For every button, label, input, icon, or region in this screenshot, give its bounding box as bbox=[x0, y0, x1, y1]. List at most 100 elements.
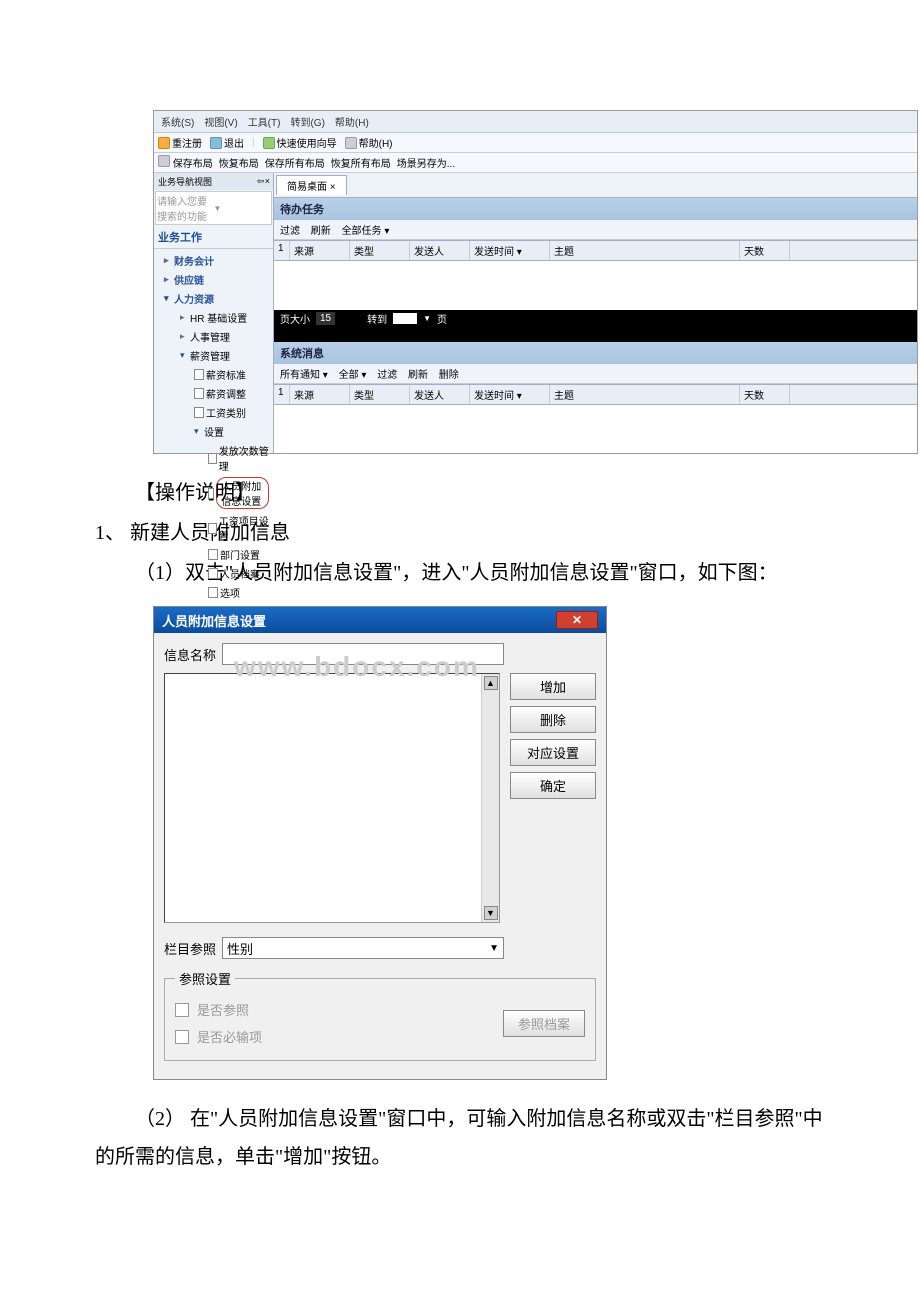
wizard-icon bbox=[263, 137, 275, 149]
ref-settings-legend: 参照设置 bbox=[175, 969, 235, 988]
exit-button[interactable]: 退出 bbox=[210, 135, 244, 150]
goto-input[interactable] bbox=[393, 313, 417, 324]
nav-issue-mgmt[interactable]: 发放次数管理 bbox=[204, 441, 273, 475]
col-source: 来源 bbox=[290, 241, 350, 260]
scroll-down-icon[interactable]: ▼ bbox=[484, 906, 498, 920]
nav-finance[interactable]: ▸财务会计 bbox=[154, 251, 273, 270]
search-input[interactable]: 请输入您要搜索的功能 ▼ bbox=[155, 191, 272, 225]
nav-pay-std[interactable]: 薪资标准 bbox=[190, 365, 273, 384]
nav-supply[interactable]: ▸供应链 bbox=[154, 270, 273, 289]
ok-button[interactable]: 确定 bbox=[510, 772, 596, 799]
menu-goto[interactable]: 转到(G) bbox=[287, 113, 327, 130]
main-content: 简易桌面 × 待办任务 过滤 刷新 全部任务 ▾ 1 来源 类型 发送人 发送时… bbox=[274, 173, 917, 453]
col-ref-value: 性别 bbox=[227, 939, 253, 958]
filter-button-2[interactable]: 过滤 bbox=[377, 370, 397, 381]
page-size-label: 页大小 bbox=[280, 311, 310, 326]
menu-view[interactable]: 视图(V) bbox=[201, 113, 240, 130]
page-size-value[interactable]: 15 bbox=[316, 312, 335, 325]
col-ref-select[interactable]: 性别 ▼ bbox=[222, 937, 504, 959]
exit-icon bbox=[210, 137, 222, 149]
nav-hr-affair[interactable]: ▸人事管理 bbox=[176, 327, 273, 346]
col-sender: 发送人 bbox=[410, 241, 470, 260]
tab-bar: 简易桌面 × bbox=[274, 173, 917, 198]
save-layout-button[interactable]: 保存布局 bbox=[158, 155, 213, 170]
dialog-title: 人员附加信息设置 bbox=[162, 611, 266, 630]
doc-icon bbox=[194, 388, 204, 399]
sidebar-header: 业务导航视图 ⇦ × bbox=[154, 173, 273, 190]
nav-hr-base[interactable]: ▸HR 基础设置 bbox=[176, 308, 273, 327]
save-all-layout-button[interactable]: 保存所有布局 bbox=[265, 155, 325, 170]
toolbar-layout: 保存布局 恢复布局 保存所有布局 恢复所有布局 场景另存为... bbox=[154, 153, 917, 173]
menu-system[interactable]: 系统(S) bbox=[158, 113, 197, 130]
todo-columns: 1 来源 类型 发送人 发送时间 ▾ 主题 天数 bbox=[274, 240, 917, 261]
col-sender: 发送人 bbox=[410, 385, 470, 404]
pager: 页大小 15 转到 ▼ 页 bbox=[274, 310, 917, 328]
col-source: 来源 bbox=[290, 385, 350, 404]
delete-button[interactable]: 删除 bbox=[439, 370, 459, 381]
menubar: 系统(S) 视图(V) 工具(T) 转到(G) 帮助(H) bbox=[154, 111, 917, 133]
wizard-button[interactable]: 快速使用向导 bbox=[263, 135, 337, 150]
step1-heading: 1、 新建人员附加信息 bbox=[95, 514, 825, 552]
nav-settings[interactable]: ▾设置 bbox=[190, 422, 273, 441]
sysmsg-body bbox=[274, 405, 917, 454]
sidebar-section-title: 业务工作 bbox=[154, 226, 273, 249]
col-subject: 主题 bbox=[550, 385, 740, 404]
doc-icon bbox=[208, 568, 218, 579]
sysmsg-columns: 1 来源 类型 发送人 发送时间 ▾ 主题 天数 bbox=[274, 384, 917, 405]
nav-pay-adj[interactable]: 薪资调整 bbox=[190, 384, 273, 403]
allnotice-dropdown[interactable]: 所有通知 ▾ bbox=[280, 370, 328, 381]
reregister-icon bbox=[158, 137, 170, 149]
nav-pay-class[interactable]: 工资类别 bbox=[190, 403, 273, 422]
ref-file-button[interactable]: 参照档案 bbox=[503, 1010, 585, 1037]
filter-button[interactable]: 过滤 bbox=[280, 226, 300, 237]
doc-icon bbox=[208, 587, 218, 598]
nav-hr[interactable]: ▾人力资源 bbox=[154, 289, 273, 308]
scrollbar[interactable]: ▲ ▼ bbox=[481, 674, 499, 922]
page-unit: 页 bbox=[437, 311, 447, 326]
reregister-button[interactable]: 重注册 bbox=[158, 135, 202, 150]
save-icon bbox=[158, 155, 170, 167]
tab-simple-desktop[interactable]: 简易桌面 × bbox=[276, 175, 347, 195]
is-required-checkbox[interactable]: 是否必输项 bbox=[175, 1023, 262, 1050]
add-button[interactable]: 增加 bbox=[510, 673, 596, 700]
checkbox-icon bbox=[175, 1003, 189, 1017]
dialog-titlebar: 人员附加信息设置 ✕ bbox=[154, 607, 606, 633]
refresh-button[interactable]: 刷新 bbox=[311, 226, 331, 237]
close-button[interactable]: ✕ bbox=[556, 611, 598, 629]
step1-sub1: （1）双击"人员附加信息设置"，进入"人员附加信息设置"窗口，如下图： bbox=[95, 554, 825, 592]
delete-button[interactable]: 删除 bbox=[510, 706, 596, 733]
panel-sysmsg-title: 系统消息 bbox=[274, 342, 917, 364]
menu-tool[interactable]: 工具(T) bbox=[245, 113, 284, 130]
menu-help[interactable]: 帮助(H) bbox=[332, 113, 372, 130]
restore-layout-button[interactable]: 恢复布局 bbox=[219, 155, 259, 170]
col-sendtime: 发送时间 ▾ bbox=[470, 385, 550, 404]
sidebar: 业务导航视图 ⇦ × 请输入您要搜索的功能 ▼ 业务工作 ▸财务会计 ▸供应链 … bbox=[154, 173, 274, 453]
refresh-button-2[interactable]: 刷新 bbox=[408, 370, 428, 381]
col-type: 类型 bbox=[350, 385, 410, 404]
col-sendtime: 发送时间 ▾ bbox=[470, 241, 550, 260]
all-tasks-dropdown[interactable]: 全部任务 ▾ bbox=[342, 226, 390, 237]
ref-settings-group: 参照设置 是否参照 是否必输项 参照档案 bbox=[164, 969, 596, 1061]
panel-todo-title: 待办任务 bbox=[274, 198, 917, 220]
doc-icon bbox=[194, 407, 204, 418]
col-subject: 主题 bbox=[550, 241, 740, 260]
todo-body bbox=[274, 261, 917, 310]
map-setting-button[interactable]: 对应设置 bbox=[510, 739, 596, 766]
saveas-button[interactable]: 场景另存为... bbox=[397, 155, 455, 170]
doc-icon bbox=[208, 523, 217, 534]
restore-all-layout-button[interactable]: 恢复所有布局 bbox=[331, 155, 391, 170]
help-button[interactable]: 帮助(H) bbox=[345, 135, 393, 150]
scroll-up-icon[interactable]: ▲ bbox=[484, 676, 498, 690]
info-name-label: 信息名称 bbox=[164, 645, 216, 664]
operation-heading: 【操作说明】 bbox=[95, 474, 825, 512]
is-ref-checkbox[interactable]: 是否参照 bbox=[175, 996, 262, 1023]
nav-pay-mgmt[interactable]: ▾薪资管理 bbox=[176, 346, 273, 365]
all-dropdown[interactable]: 全部 ▾ bbox=[339, 370, 367, 381]
info-name-input[interactable] bbox=[222, 643, 504, 665]
search-placeholder: 请输入您要搜索的功能 bbox=[157, 193, 214, 223]
info-listbox[interactable]: ▲ ▼ bbox=[164, 673, 500, 923]
col-num: 1 bbox=[274, 241, 290, 260]
doc-text-2: （2） 在"人员附加信息设置"窗口中，可输入附加信息名称或双击"栏目参照"中的所… bbox=[95, 1100, 825, 1176]
col-days: 天数 bbox=[740, 385, 790, 404]
doc-icon bbox=[208, 488, 214, 499]
